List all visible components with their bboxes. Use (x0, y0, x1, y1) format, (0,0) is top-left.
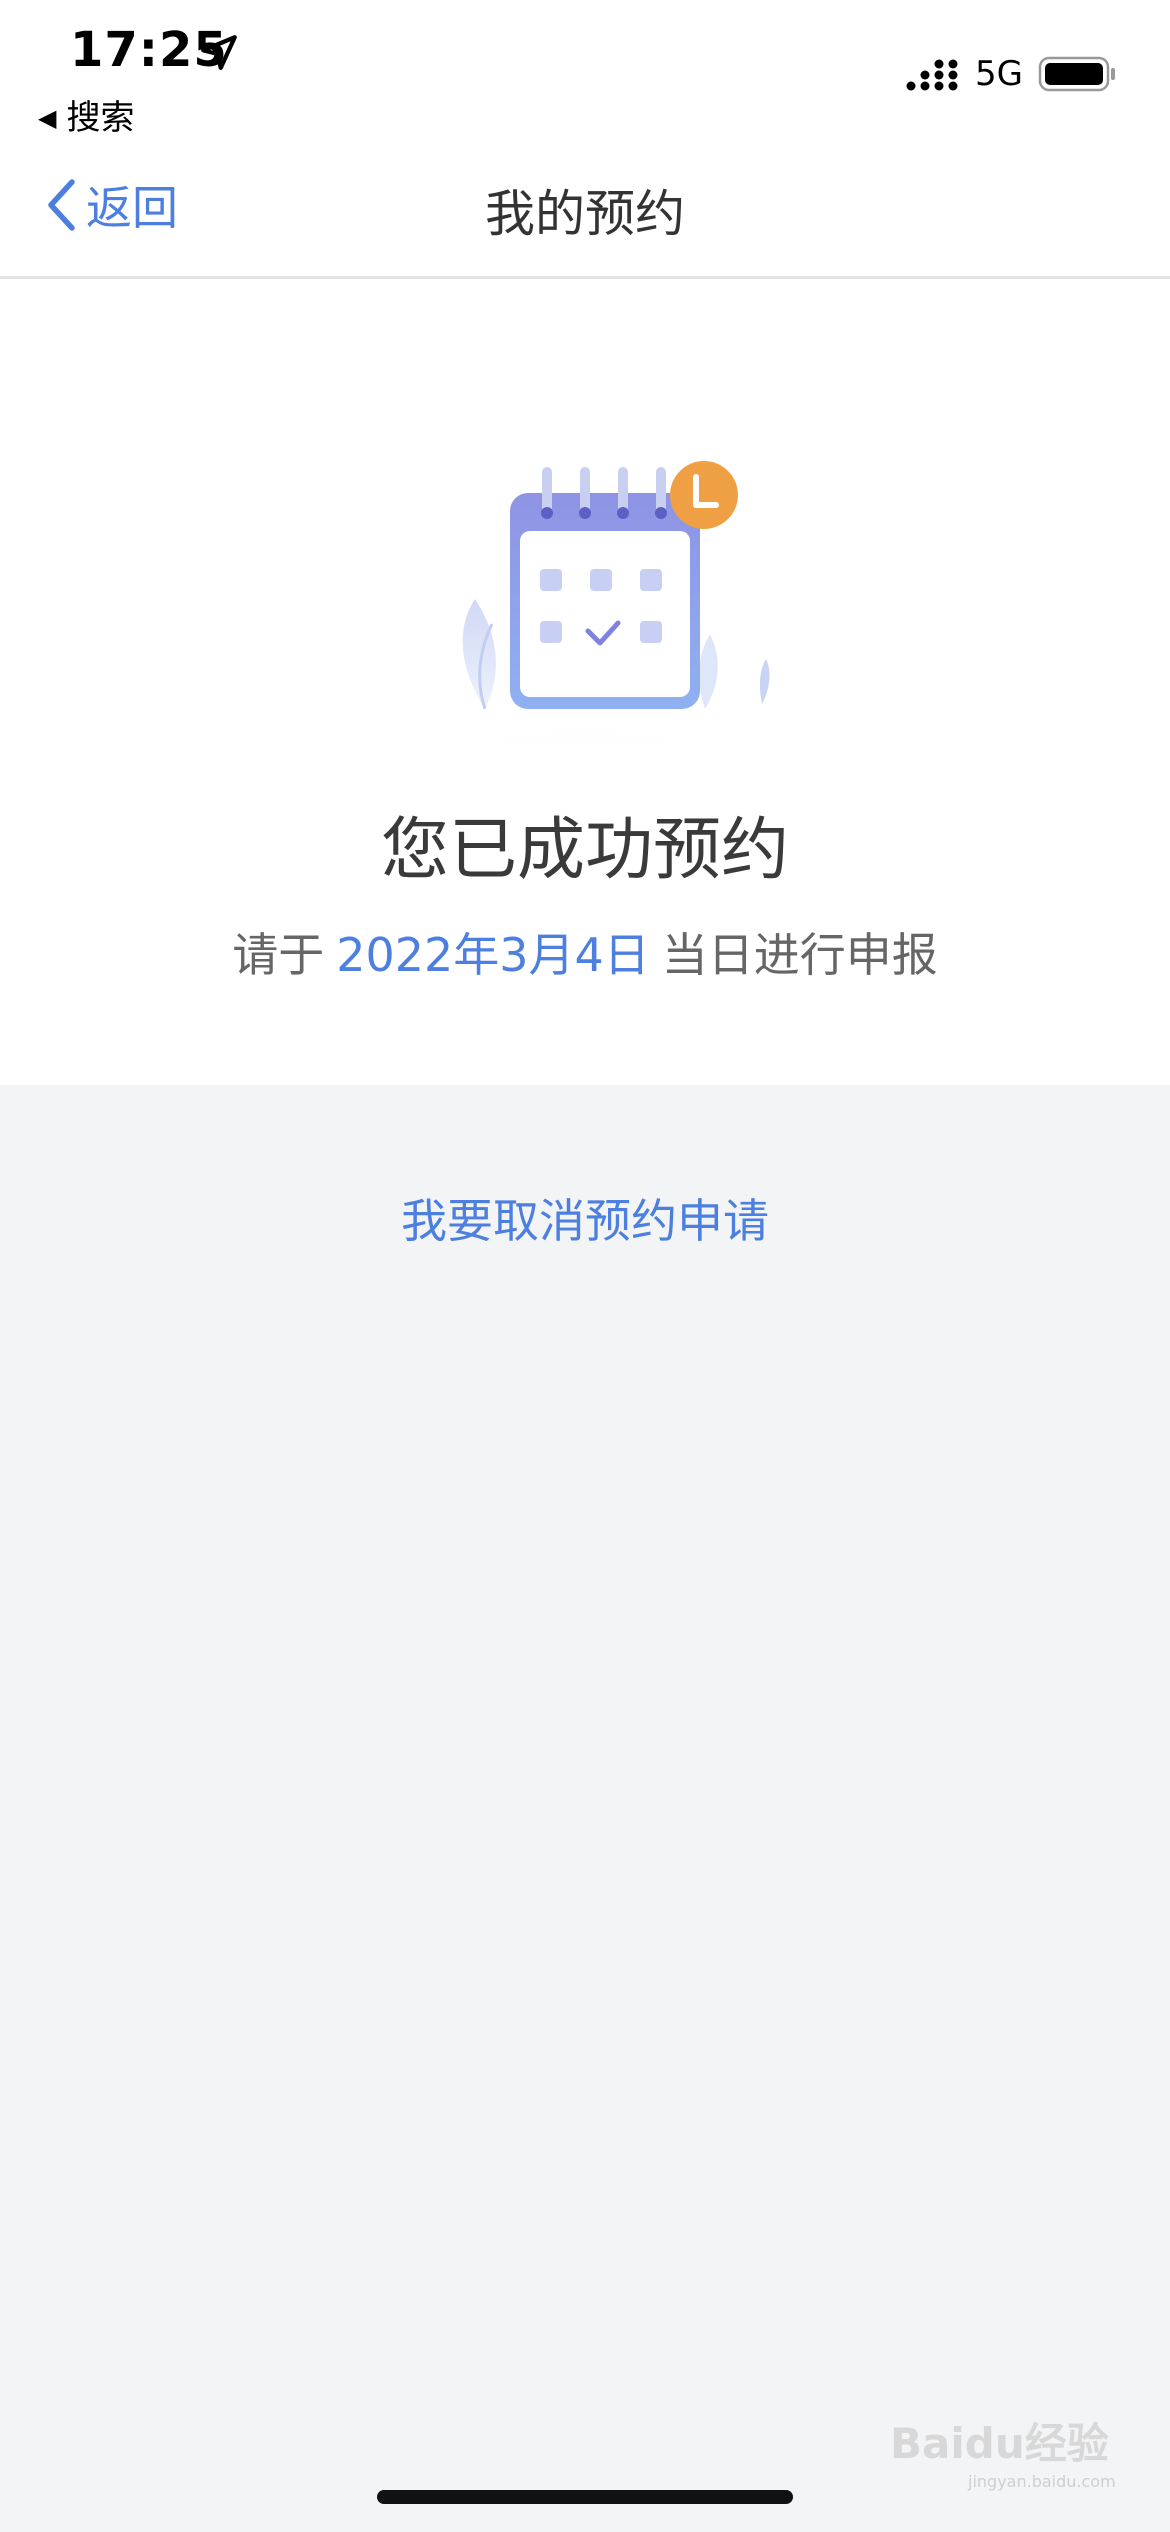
back-app-label: 搜索 (66, 98, 135, 138)
success-title: 您已成功预约 (380, 811, 789, 890)
notice-prefix: 请于 (232, 928, 325, 982)
signal-icon (906, 59, 958, 91)
watermark-url: jingyan.baidu.com (968, 2472, 1116, 2491)
home-indicator[interactable] (377, 2490, 793, 2504)
navigation-bar: 返回 我的预约 (0, 140, 1170, 279)
battery-icon (1038, 56, 1115, 92)
appointment-notice: 请于 2022年3月4日 当日进行申报 (0, 919, 1170, 985)
status-bar: 17:25 ◀ 搜索 5G (0, 0, 1170, 140)
result-card: 您已成功预约 请于 2022年3月4日 当日进行申报 (0, 279, 1170, 1085)
calendar-illustration (275, 461, 895, 739)
location-arrow-icon (201, 35, 237, 70)
network-type: 5G (975, 54, 1023, 94)
back-to-app[interactable]: ◀ 搜索 (38, 90, 134, 139)
back-triangle-icon: ◀ (38, 104, 57, 132)
appointment-date: 2022年3月4日 (336, 928, 650, 982)
page-title: 我的预约 (485, 185, 685, 243)
cancel-appointment-link[interactable]: 我要取消预约申请 (0, 1185, 1170, 1251)
notice-suffix: 当日进行申报 (661, 928, 938, 982)
watermark-logo: Baidu经验 (890, 2419, 1109, 2468)
